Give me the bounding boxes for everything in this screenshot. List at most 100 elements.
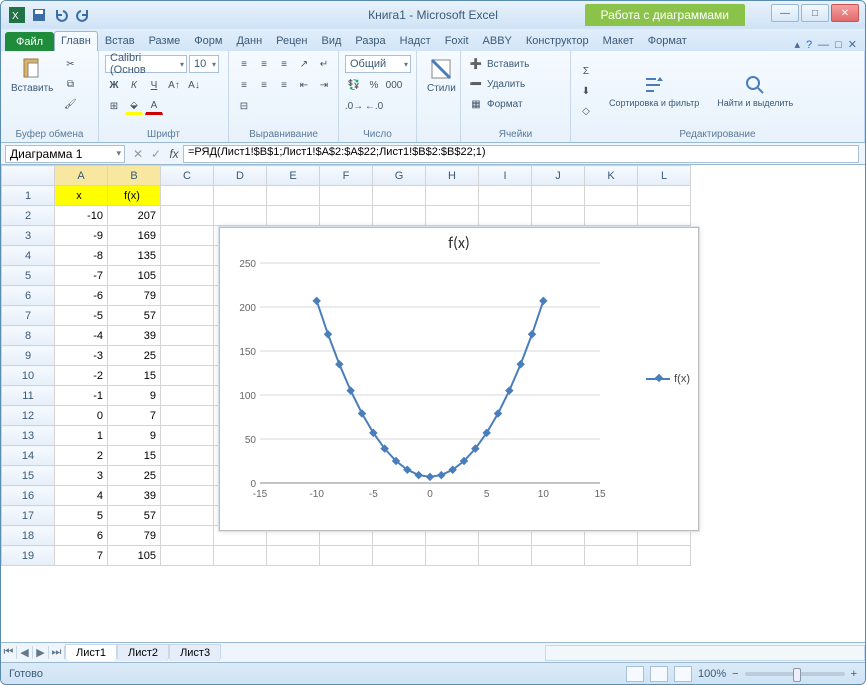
chart-legend[interactable]: f(x) <box>646 373 690 385</box>
mdi-min-icon[interactable]: — <box>818 39 829 51</box>
cell[interactable] <box>479 546 532 566</box>
cell[interactable] <box>161 246 214 266</box>
col-header[interactable]: H <box>426 166 479 186</box>
cell[interactable]: 105 <box>108 546 161 566</box>
cell[interactable]: -10 <box>55 206 108 226</box>
row-header[interactable]: 16 <box>2 486 55 506</box>
cell[interactable]: -2 <box>55 366 108 386</box>
col-header[interactable]: I <box>479 166 532 186</box>
cell[interactable] <box>320 206 373 226</box>
cell[interactable]: 79 <box>108 526 161 546</box>
select-all-corner[interactable] <box>2 166 55 186</box>
font-size-combo[interactable]: 10 <box>189 55 219 73</box>
horizontal-scrollbar[interactable] <box>545 645 865 661</box>
sheet-nav-last-icon[interactable]: ⏭ <box>49 646 65 659</box>
row-header[interactable]: 14 <box>2 446 55 466</box>
row-header[interactable]: 4 <box>2 246 55 266</box>
align-mid-icon[interactable]: ≡ <box>255 55 273 73</box>
cell[interactable] <box>373 206 426 226</box>
col-header[interactable]: J <box>532 166 585 186</box>
cell[interactable] <box>373 186 426 206</box>
col-header[interactable]: A <box>55 166 108 186</box>
tab-review[interactable]: Рецен <box>269 31 314 51</box>
cell[interactable] <box>161 466 214 486</box>
minimize-ribbon-icon[interactable]: ▴ <box>794 38 800 51</box>
save-icon[interactable] <box>31 7 47 23</box>
cell[interactable] <box>267 206 320 226</box>
zoom-in-icon[interactable]: + <box>851 668 857 680</box>
align-left-icon[interactable]: ≡ <box>235 76 253 94</box>
view-normal-icon[interactable] <box>626 666 644 682</box>
cell[interactable]: -7 <box>55 266 108 286</box>
cell[interactable]: 57 <box>108 506 161 526</box>
row-header[interactable]: 3 <box>2 226 55 246</box>
row-header[interactable]: 13 <box>2 426 55 446</box>
row-header[interactable]: 18 <box>2 526 55 546</box>
align-center-icon[interactable]: ≡ <box>255 76 273 94</box>
cell[interactable]: 39 <box>108 326 161 346</box>
cell[interactable] <box>638 546 691 566</box>
col-header[interactable]: G <box>373 166 426 186</box>
col-header[interactable]: D <box>214 166 267 186</box>
cell[interactable]: 169 <box>108 226 161 246</box>
tab-pagelayout[interactable]: Разме <box>142 31 188 51</box>
row-header[interactable]: 10 <box>2 366 55 386</box>
grow-font-icon[interactable]: A↑ <box>165 76 183 94</box>
cell[interactable] <box>267 546 320 566</box>
cell[interactable] <box>479 186 532 206</box>
number-format-combo[interactable]: Общий <box>345 55 411 73</box>
cell[interactable] <box>320 186 373 206</box>
sheet-nav-next-icon[interactable]: ▶ <box>33 646 49 659</box>
align-bot-icon[interactable]: ≡ <box>275 55 293 73</box>
sheet-tab-2[interactable]: Лист2 <box>117 644 169 661</box>
cell[interactable] <box>320 546 373 566</box>
tab-addins[interactable]: Надст <box>393 31 438 51</box>
cell[interactable] <box>161 386 214 406</box>
orientation-icon[interactable]: ↗ <box>295 55 313 73</box>
formula-input[interactable]: =РЯД(Лист1!$B$1;Лист1!$A$2:$A$22;Лист1!$… <box>183 145 859 163</box>
col-header[interactable]: E <box>267 166 320 186</box>
cell[interactable]: 2 <box>55 446 108 466</box>
name-box[interactable]: Диаграмма 1 <box>5 145 125 163</box>
styles-button[interactable]: Стили <box>423 55 460 96</box>
cell[interactable]: 39 <box>108 486 161 506</box>
font-color-icon[interactable]: A <box>145 97 163 115</box>
tab-chartdesign[interactable]: Конструктор <box>519 31 596 51</box>
underline-button[interactable]: Ч <box>145 76 163 94</box>
cell[interactable] <box>161 486 214 506</box>
cell[interactable]: 25 <box>108 346 161 366</box>
col-header[interactable]: K <box>585 166 638 186</box>
indent-dec-icon[interactable]: ⇤ <box>295 76 313 94</box>
mdi-restore-icon[interactable]: □ <box>835 39 842 51</box>
cell[interactable] <box>161 186 214 206</box>
chart-title[interactable]: f(x) <box>220 234 698 253</box>
cell[interactable] <box>638 186 691 206</box>
redo-icon[interactable] <box>75 7 91 23</box>
cell[interactable]: 5 <box>55 506 108 526</box>
cell[interactable] <box>161 506 214 526</box>
cell[interactable] <box>532 186 585 206</box>
embedded-chart[interactable]: f(x) 050100150200250-15-10-5051015 f(x) <box>219 227 699 531</box>
row-header[interactable]: 7 <box>2 306 55 326</box>
cell[interactable]: 0 <box>55 406 108 426</box>
cut-icon[interactable]: ✂ <box>61 55 79 73</box>
cell[interactable] <box>426 186 479 206</box>
sort-filter-button[interactable]: Сортировка и фильтр <box>605 71 703 111</box>
cell[interactable]: 207 <box>108 206 161 226</box>
tab-foxit[interactable]: Foxit <box>438 31 476 51</box>
cells-delete-icon[interactable]: ➖ <box>467 75 485 93</box>
cell[interactable]: x <box>55 186 108 206</box>
row-header[interactable]: 12 <box>2 406 55 426</box>
tab-formulas[interactable]: Форм <box>187 31 229 51</box>
format-painter-icon[interactable]: 🖌 <box>61 95 79 113</box>
cell[interactable]: 9 <box>108 426 161 446</box>
cell[interactable]: 7 <box>55 546 108 566</box>
tab-data[interactable]: Данн <box>229 31 269 51</box>
italic-button[interactable]: К <box>125 76 143 94</box>
view-pagelayout-icon[interactable] <box>650 666 668 682</box>
cell[interactable]: -6 <box>55 286 108 306</box>
cell[interactable] <box>161 546 214 566</box>
cancel-fx-icon[interactable]: ✕ <box>129 147 147 161</box>
col-header[interactable]: C <box>161 166 214 186</box>
minimize-button[interactable]: — <box>771 4 799 22</box>
